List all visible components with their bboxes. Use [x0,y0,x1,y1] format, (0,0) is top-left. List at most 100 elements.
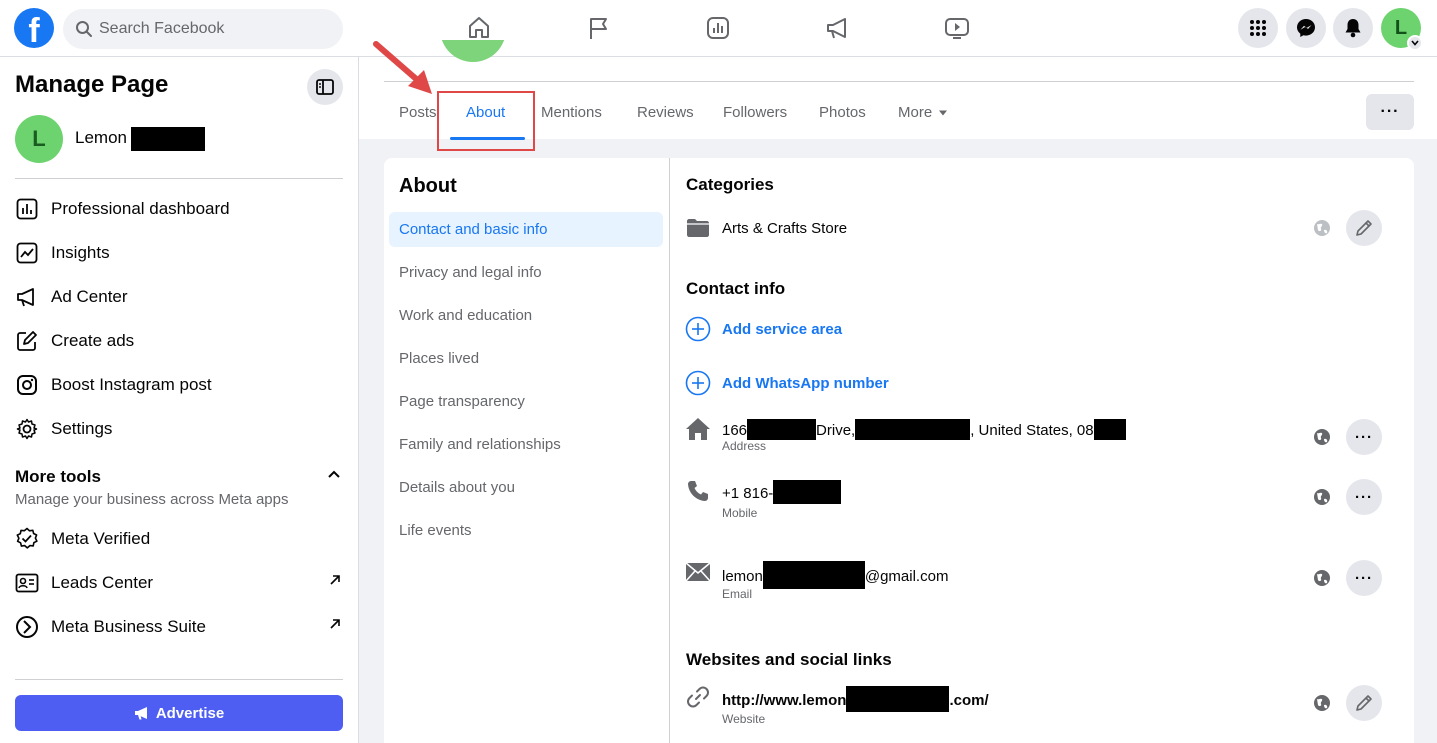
globe-icon[interactable] [1313,694,1331,712]
manage-page-sidebar: Manage Page L Lemon Professional dashboa… [0,57,359,743]
page-options-button[interactable]: ··· [1366,94,1414,130]
about-nav-work-education[interactable]: Work and education [389,298,663,333]
sidebar-item-leads-center[interactable]: Leads Center [15,565,343,601]
more-tools-subtitle: Manage your business across Meta apps [15,491,289,508]
page-name[interactable]: Lemon [75,128,127,148]
website-part: http://www.lemon [722,692,847,709]
dashboard-icon [15,197,39,221]
sidebar-item-label: Boost Instagram post [51,375,212,394]
notifications-button[interactable] [1333,8,1373,48]
about-nav-life-events[interactable]: Life events [389,513,663,548]
chevron-up-icon[interactable] [326,467,342,483]
advertise-button[interactable]: Advertise [15,695,343,731]
megaphone-icon [15,285,39,309]
address-value: 166 Drive, , United States, 08 [722,419,1126,440]
more-options-icon: ··· [1355,488,1373,506]
sidebar-item-professional-dashboard[interactable]: Professional dashboard [15,191,343,227]
phone-label: Mobile [722,506,758,520]
sidebar-item-label: Settings [51,419,113,438]
about-nav-privacy-legal-info[interactable]: Privacy and legal info [389,255,663,290]
phone-options-button[interactable]: ··· [1346,479,1382,515]
add-circle-icon[interactable] [685,370,711,396]
redacted-block [855,419,971,440]
flag-icon[interactable] [585,14,613,42]
sidebar-item-label: Ad Center [51,287,128,306]
tab-followers[interactable]: Followers [723,104,787,121]
tab-mentions[interactable]: Mentions [541,104,602,121]
page-avatar-letter: L [32,126,46,151]
page-avatar[interactable]: L [15,115,63,163]
sidebar-divider [15,679,343,680]
sidebar-item-settings[interactable]: Settings [15,411,343,447]
insights-icon [15,241,39,265]
facebook-logo-letter: f [28,12,40,48]
leads-icon [15,571,39,595]
redacted-block [762,561,865,589]
instagram-icon [15,373,39,397]
sidebar-item-meta-verified[interactable]: Meta Verified [15,521,343,557]
email-options-button[interactable]: ··· [1346,560,1382,596]
facebook-logo[interactable]: f [14,8,54,48]
messenger-icon [1297,19,1315,37]
sidebar-item-meta-business-suite[interactable]: Meta Business Suite [15,609,343,645]
sidebar-divider [15,178,343,179]
edit-category-button[interactable] [1346,210,1382,246]
search-input[interactable] [99,9,335,49]
about-nav-family-relationships[interactable]: Family and relationships [389,427,663,462]
about-nav-details-about-you[interactable]: Details about you [389,470,663,505]
about-card: About Contact and basic info Privacy and… [384,158,1414,743]
folder-icon [685,215,711,241]
redacted-block [773,480,842,504]
tab-photos[interactable]: Photos [819,104,866,121]
globe-icon[interactable] [1313,569,1331,587]
add-circle-icon[interactable] [685,316,711,342]
phone-icon [685,478,711,504]
add-whatsapp-link[interactable]: Add WhatsApp number [722,375,889,392]
sidebar-item-label: Professional dashboard [51,199,230,218]
globe-icon[interactable] [1313,428,1331,446]
advertise-label: Advertise [155,704,225,722]
megaphone-icon[interactable] [824,14,852,42]
sidebar-item-ad-center[interactable]: Ad Center [15,279,343,315]
chevron-down-icon [1411,40,1419,46]
add-service-area-link[interactable]: Add service area [722,321,842,338]
about-nav-contact-basic-info[interactable]: Contact and basic info [389,212,663,247]
search-box[interactable] [63,9,343,49]
tab-posts[interactable]: Posts [399,104,437,121]
redacted-block [747,419,817,440]
sidebar-item-create-ads[interactable]: Create ads [15,323,343,359]
websites-heading: Websites and social links [686,650,892,669]
sidebar-item-insights[interactable]: Insights [15,235,343,271]
address-options-button[interactable]: ··· [1346,419,1382,455]
sidebar-toggle-icon [316,79,334,95]
collapse-sidebar-button[interactable] [307,69,343,105]
mail-icon [685,559,711,585]
tab-reviews[interactable]: Reviews [637,104,694,121]
website-value[interactable]: http://www.lemon .com/ [722,686,989,712]
website-part: .com/ [949,692,989,709]
link-icon [685,684,711,710]
address-part: , United States, 08 [970,422,1094,439]
sidebar-item-label: Insights [51,243,110,262]
messenger-button[interactable] [1286,8,1326,48]
globe-icon[interactable] [1313,488,1331,506]
address-part: Drive, [816,422,856,439]
more-options-icon: ··· [1355,569,1373,587]
sidebar-item-label: Create ads [51,331,135,350]
redacted-block [846,686,950,712]
globe-icon[interactable] [1313,219,1331,237]
about-nav-page-transparency[interactable]: Page transparency [389,384,663,419]
sidebar-item-boost-instagram-post[interactable]: Boost Instagram post [15,367,343,403]
tab-more[interactable]: More [898,104,948,121]
insights-icon[interactable] [704,14,732,42]
account-menu-chevron[interactable] [1407,35,1423,51]
more-options-icon: ··· [1355,428,1373,446]
menu-grid-button[interactable] [1238,8,1278,48]
more-tools-heading[interactable]: More tools [15,467,101,487]
home-icon[interactable] [465,14,493,42]
about-nav-places-lived[interactable]: Places lived [389,341,663,376]
edit-website-button[interactable] [1346,685,1382,721]
sidebar-item-label: Meta Business Suite [51,617,206,636]
email-value: lemon @gmail.com [722,561,948,589]
video-icon[interactable] [943,14,971,42]
